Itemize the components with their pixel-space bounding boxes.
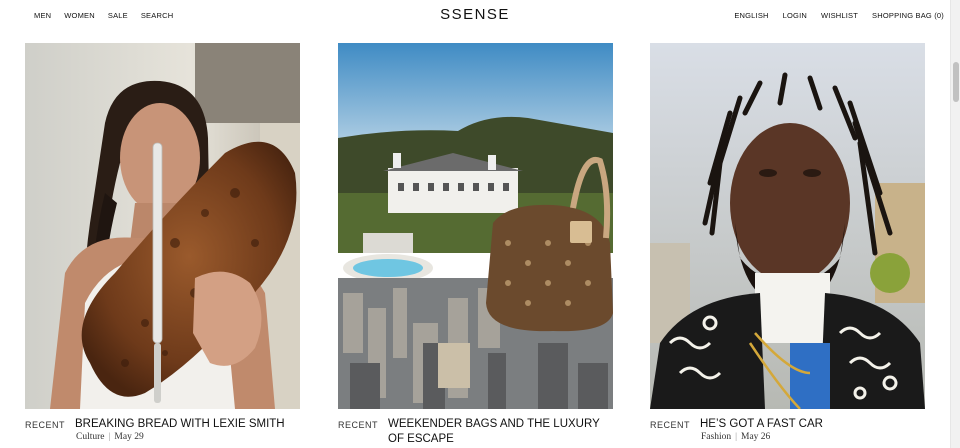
meta-separator: | — [108, 432, 111, 442]
article-image-fast-car[interactable] — [650, 43, 925, 409]
portrait-illustration — [650, 43, 925, 409]
article-meta: Culture | May 29 — [76, 432, 144, 442]
scrollbar-thumb[interactable] — [953, 62, 959, 102]
article-card: RECENT HE’S GOT A FAST CAR Fashion | May 2… — [650, 43, 925, 448]
article-category[interactable]: Culture — [76, 432, 105, 442]
article-title-link[interactable]: WEEKENDER BAGS AND THE LUXURY OF ESCAPE — [388, 417, 608, 447]
article-category[interactable]: Fashion — [701, 432, 731, 442]
article-image-weekender[interactable] — [338, 43, 613, 409]
top-navigation: MEN WOMEN SALE SEARCH SSENSE ENGLISH LOG… — [0, 0, 950, 32]
bread-photo-illustration — [25, 43, 300, 409]
language-link[interactable]: ENGLISH — [734, 11, 768, 20]
login-link[interactable]: LOGIN — [783, 11, 807, 20]
article-title-link[interactable]: HE’S GOT A FAST CAR — [700, 417, 920, 432]
article-date: May 26 — [741, 432, 771, 442]
article-image-bread[interactable] — [25, 43, 300, 409]
article-caption: RECENT HE’S GOT A FAST CAR Fashion | May 2… — [650, 417, 925, 448]
page-scrollbar[interactable] — [950, 0, 960, 448]
article-caption: RECENT WEEKENDER BAGS AND THE LUXURY OF … — [338, 417, 613, 448]
recent-tag: RECENT — [338, 420, 379, 430]
weekender-collage-illustration — [338, 43, 613, 409]
article-card: RECENT BREAKING BREAD WITH LEXIE SMITH C… — [25, 43, 300, 448]
article-date: May 29 — [114, 432, 144, 442]
wishlist-link[interactable]: WISHLIST — [821, 11, 858, 20]
recent-tag: RECENT — [25, 420, 66, 430]
shopping-bag-link[interactable]: SHOPPING BAG (0) — [872, 11, 944, 20]
article-meta: Fashion | May 26 — [701, 432, 770, 442]
account-nav: ENGLISH LOGIN WISHLIST SHOPPING BAG (0) — [734, 11, 944, 20]
article-card: RECENT WEEKENDER BAGS AND THE LUXURY OF … — [338, 43, 613, 448]
recent-tag: RECENT — [650, 420, 691, 430]
meta-separator: | — [735, 432, 737, 442]
article-caption: RECENT BREAKING BREAD WITH LEXIE SMITH C… — [25, 417, 300, 448]
article-title-link[interactable]: BREAKING BREAD WITH LEXIE SMITH — [75, 417, 295, 432]
